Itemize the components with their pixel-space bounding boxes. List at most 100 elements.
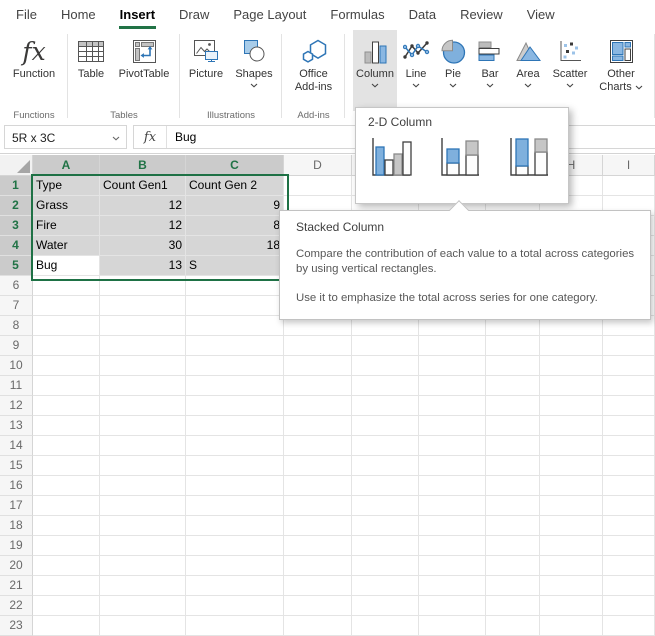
cell-I15[interactable] xyxy=(603,456,655,476)
cell-A12[interactable] xyxy=(33,396,100,416)
cell-F11[interactable] xyxy=(419,376,486,396)
row-header-1[interactable]: 1 xyxy=(0,176,33,196)
cell-H10[interactable] xyxy=(540,356,603,376)
cell-A3[interactable]: Fire xyxy=(33,216,100,236)
cell-A22[interactable] xyxy=(33,596,100,616)
cell-C15[interactable] xyxy=(186,456,284,476)
row-header-21[interactable]: 21 xyxy=(0,576,33,596)
cell-I19[interactable] xyxy=(603,536,655,556)
row-header-16[interactable]: 16 xyxy=(0,476,33,496)
col-header-A[interactable]: A xyxy=(33,155,100,176)
cell-A9[interactable] xyxy=(33,336,100,356)
cell-D20[interactable] xyxy=(284,556,352,576)
cell-I1[interactable] xyxy=(603,176,655,196)
cell-H21[interactable] xyxy=(540,576,603,596)
cell-G12[interactable] xyxy=(486,396,540,416)
cell-H12[interactable] xyxy=(540,396,603,416)
cell-A6[interactable] xyxy=(33,276,100,296)
cell-B19[interactable] xyxy=(100,536,186,556)
cell-F15[interactable] xyxy=(419,456,486,476)
cell-H18[interactable] xyxy=(540,516,603,536)
row-header-12[interactable]: 12 xyxy=(0,396,33,416)
cell-F10[interactable] xyxy=(419,356,486,376)
cell-D13[interactable] xyxy=(284,416,352,436)
row-header-7[interactable]: 7 xyxy=(0,296,33,316)
cell-A13[interactable] xyxy=(33,416,100,436)
cell-C3[interactable]: 8 xyxy=(186,216,284,236)
cell-D9[interactable] xyxy=(284,336,352,356)
cell-E14[interactable] xyxy=(352,436,419,456)
tab-data[interactable]: Data xyxy=(397,0,448,30)
cell-E22[interactable] xyxy=(352,596,419,616)
cell-B5[interactable]: 13 xyxy=(100,256,186,276)
cell-I14[interactable] xyxy=(603,436,655,456)
cell-E23[interactable] xyxy=(352,616,419,636)
cell-H20[interactable] xyxy=(540,556,603,576)
cell-G20[interactable] xyxy=(486,556,540,576)
col-header-I[interactable]: I xyxy=(603,155,655,176)
cell-B9[interactable] xyxy=(100,336,186,356)
cell-I21[interactable] xyxy=(603,576,655,596)
cell-F12[interactable] xyxy=(419,396,486,416)
cell-E11[interactable] xyxy=(352,376,419,396)
cell-G14[interactable] xyxy=(486,436,540,456)
cell-F22[interactable] xyxy=(419,596,486,616)
cell-B16[interactable] xyxy=(100,476,186,496)
cell-A10[interactable] xyxy=(33,356,100,376)
cell-C20[interactable] xyxy=(186,556,284,576)
cell-E20[interactable] xyxy=(352,556,419,576)
cell-H13[interactable] xyxy=(540,416,603,436)
cell-A18[interactable] xyxy=(33,516,100,536)
cell-B22[interactable] xyxy=(100,596,186,616)
row-header-20[interactable]: 20 xyxy=(0,556,33,576)
row-header-14[interactable]: 14 xyxy=(0,436,33,456)
cell-A15[interactable] xyxy=(33,456,100,476)
cell-D16[interactable] xyxy=(284,476,352,496)
tab-view[interactable]: View xyxy=(515,0,567,30)
name-box[interactable]: 5R x 3C xyxy=(4,125,127,149)
cell-F20[interactable] xyxy=(419,556,486,576)
cell-B8[interactable] xyxy=(100,316,186,336)
cell-C23[interactable] xyxy=(186,616,284,636)
cell-B13[interactable] xyxy=(100,416,186,436)
row-header-10[interactable]: 10 xyxy=(0,356,33,376)
cell-C10[interactable] xyxy=(186,356,284,376)
office-addins-button[interactable]: Office Add-ins xyxy=(285,30,343,107)
cell-F13[interactable] xyxy=(419,416,486,436)
cell-C8[interactable] xyxy=(186,316,284,336)
cell-C12[interactable] xyxy=(186,396,284,416)
cell-H23[interactable] xyxy=(540,616,603,636)
cell-G18[interactable] xyxy=(486,516,540,536)
cell-A16[interactable] xyxy=(33,476,100,496)
cell-D12[interactable] xyxy=(284,396,352,416)
insert-function-button[interactable]: fx xyxy=(134,130,166,145)
cell-A8[interactable] xyxy=(33,316,100,336)
cell-H11[interactable] xyxy=(540,376,603,396)
cell-E12[interactable] xyxy=(352,396,419,416)
cell-I12[interactable] xyxy=(603,396,655,416)
cell-H17[interactable] xyxy=(540,496,603,516)
table-button[interactable]: Table xyxy=(71,30,111,107)
cell-G23[interactable] xyxy=(486,616,540,636)
cell-C9[interactable] xyxy=(186,336,284,356)
cell-B10[interactable] xyxy=(100,356,186,376)
cell-A4[interactable]: Water xyxy=(33,236,100,256)
function-button[interactable]: fx Function xyxy=(13,30,55,107)
cell-D22[interactable] xyxy=(284,596,352,616)
cell-F9[interactable] xyxy=(419,336,486,356)
cell-H19[interactable] xyxy=(540,536,603,556)
cell-A19[interactable] xyxy=(33,536,100,556)
area-chart-button[interactable]: Area xyxy=(509,30,547,107)
row-header-9[interactable]: 9 xyxy=(0,336,33,356)
other-charts-button[interactable]: Other Charts xyxy=(593,30,649,107)
cell-E9[interactable] xyxy=(352,336,419,356)
cell-A2[interactable]: Grass xyxy=(33,196,100,216)
cell-A23[interactable] xyxy=(33,616,100,636)
col-header-D[interactable]: D xyxy=(284,155,352,176)
row-header-17[interactable]: 17 xyxy=(0,496,33,516)
shapes-button[interactable]: Shapes xyxy=(229,30,279,107)
cell-B11[interactable] xyxy=(100,376,186,396)
cell-C11[interactable] xyxy=(186,376,284,396)
cell-C2[interactable]: 9 xyxy=(186,196,284,216)
cell-C13[interactable] xyxy=(186,416,284,436)
